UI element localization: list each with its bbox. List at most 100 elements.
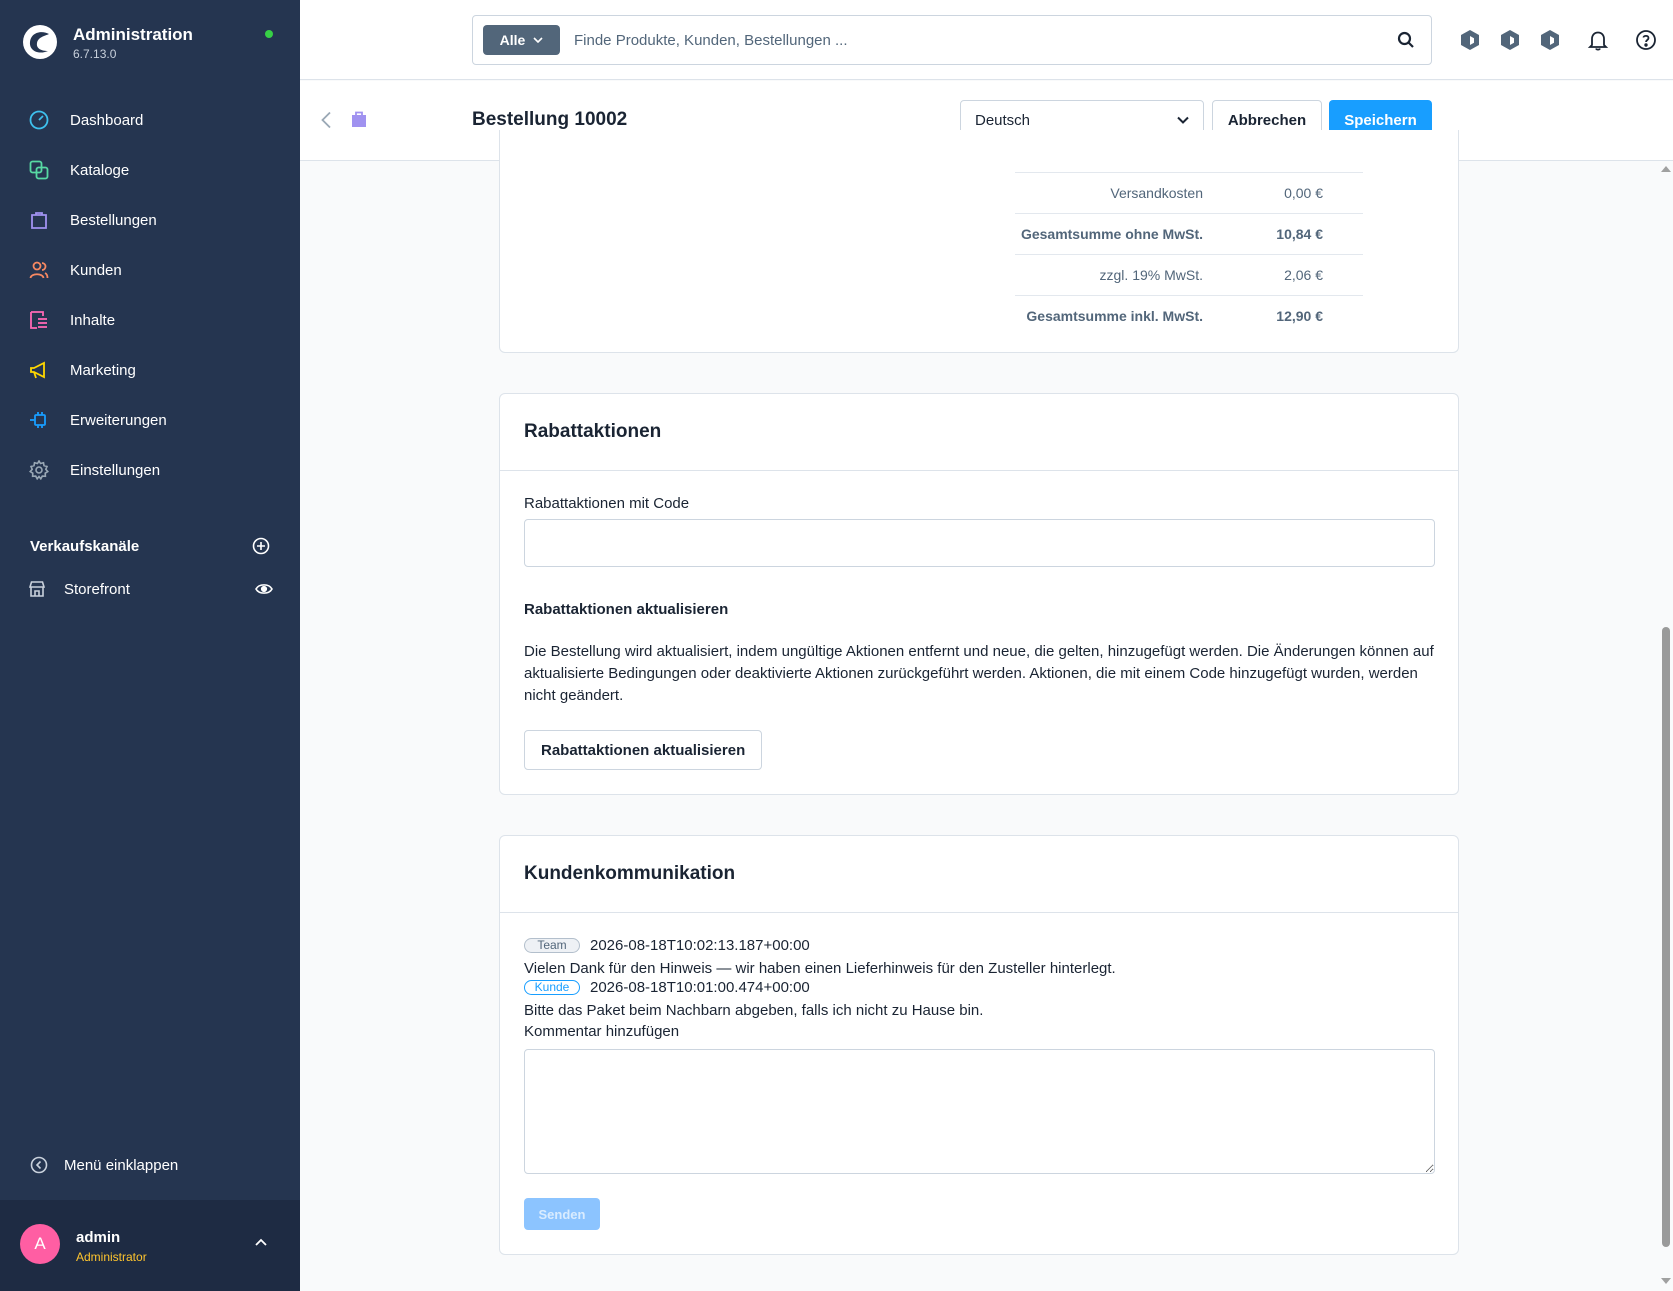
- search-type-dropdown[interactable]: Alle: [483, 25, 560, 55]
- summary-value: 12,90 €: [1276, 308, 1323, 324]
- sidebar-item-label: Dashboard: [70, 111, 144, 129]
- order-summary-card: Versandkosten 0,00 € Gesamtsumme ohne Mw…: [499, 130, 1459, 353]
- scrollbar-thumb[interactable]: [1662, 627, 1670, 1247]
- update-promotions-button[interactable]: Rabattaktionen aktualisieren: [524, 730, 763, 770]
- summary-value: 2,06 €: [1284, 267, 1323, 283]
- chevron-up-icon[interactable]: [255, 1238, 267, 1246]
- update-promotions-heading: Rabattaktionen aktualisieren: [524, 601, 729, 618]
- page-title: Bestellung 10002: [472, 109, 628, 130]
- language-select-value: Deutsch: [975, 111, 1031, 129]
- summary-label: zzgl. 19% MwSt.: [1099, 267, 1203, 283]
- sidebar-item-label: Inhalte: [70, 311, 116, 329]
- avatar: A: [20, 1224, 60, 1264]
- content-icon: [28, 309, 50, 331]
- app-icon-button[interactable]: [1455, 25, 1485, 55]
- customers-icon: [28, 259, 50, 281]
- author-badge-team: Team: [524, 938, 580, 953]
- user-role: Administrator: [76, 1250, 147, 1264]
- hexagon-app-icon: [1541, 30, 1559, 50]
- hexagon-app-icon: [1461, 30, 1479, 50]
- comment-textarea[interactable]: [524, 1049, 1435, 1174]
- summary-row-tax: zzgl. 19% MwSt. 2,06 €: [1015, 254, 1363, 295]
- top-action-icons: [1455, 25, 1671, 55]
- chevron-down-icon: [533, 37, 543, 43]
- message-timestamp: 2026-08-18T10:02:13.187+00:00: [590, 937, 810, 954]
- summary-row-shipping: Versandkosten 0,00 €: [1015, 172, 1363, 213]
- user-menu[interactable]: A admin Administrator: [0, 1200, 300, 1291]
- sidebar-item-label: Erweiterungen: [70, 411, 167, 429]
- scroll-down-arrow-icon[interactable]: [1661, 1278, 1671, 1284]
- storefront-icon: [28, 581, 46, 597]
- sales-channel-storefront[interactable]: Storefront: [28, 580, 273, 598]
- settings-gear-icon: [28, 459, 50, 481]
- update-promotions-description: Die Bestellung wird aktualisiert, indem …: [524, 643, 1434, 704]
- summary-value: 0,00 €: [1284, 185, 1323, 201]
- summary-row-net-total: Gesamtsumme ohne MwSt. 10,84 €: [1015, 213, 1363, 254]
- sidebar: Administration 6.7.13.0 Dashboard Katalo…: [0, 0, 300, 1291]
- hexagon-app-icon: [1501, 30, 1519, 50]
- message-text: Vielen Dank für den Hinweis — wir haben …: [524, 960, 1116, 977]
- promotion-code-input[interactable]: [524, 519, 1435, 567]
- eye-icon[interactable]: [255, 583, 273, 595]
- sales-channels-title: Verkaufskanäle: [30, 537, 140, 555]
- top-bar: Alle: [300, 0, 1673, 80]
- message-timestamp: 2026-08-18T10:01:00.474+00:00: [590, 979, 810, 996]
- summary-value: 10,84 €: [1276, 226, 1323, 242]
- sidebar-item-settings[interactable]: Einstellungen: [0, 445, 300, 495]
- status-indicator: [265, 30, 273, 38]
- sidebar-item-extensions[interactable]: Erweiterungen: [0, 395, 300, 445]
- search-type-label: Alle: [499, 32, 526, 48]
- promotions-card: Rabattaktionen Rabattaktionen mit Code R…: [499, 393, 1459, 795]
- sidebar-item-catalogs[interactable]: Kataloge: [0, 145, 300, 195]
- promotions-card-title: Rabattaktionen: [500, 394, 1458, 471]
- summary-label: Gesamtsumme inkl. MwSt.: [1026, 308, 1203, 324]
- message-meta: Team 2026-08-18T10:02:13.187+00:00: [524, 937, 810, 954]
- bell-icon: [1587, 31, 1609, 51]
- message-meta: Kunde 2026-08-18T10:01:00.474+00:00: [524, 979, 810, 996]
- app-version: 6.7.13.0: [73, 47, 117, 61]
- orders-bag-icon: [352, 111, 366, 127]
- app-icon-button[interactable]: [1495, 25, 1525, 55]
- app-title: Administration: [73, 25, 193, 44]
- main-nav: Dashboard Kataloge Bestellungen Kunden I…: [0, 95, 300, 495]
- chevron-down-icon: [1177, 116, 1189, 124]
- sidebar-item-marketing[interactable]: Marketing: [0, 345, 300, 395]
- collapse-menu-button[interactable]: Menü einklappen: [30, 1156, 178, 1174]
- dashboard-icon: [28, 109, 50, 131]
- collapse-chevron-left-icon: [30, 1156, 48, 1174]
- notifications-button[interactable]: [1583, 25, 1613, 55]
- promotion-code-label: Rabattaktionen mit Code: [524, 495, 690, 512]
- sidebar-item-label: Kataloge: [70, 161, 130, 179]
- order-totals-table: Versandkosten 0,00 € Gesamtsumme ohne Mw…: [1015, 172, 1363, 336]
- sidebar-item-label: Einstellungen: [70, 461, 161, 479]
- sidebar-item-dashboard[interactable]: Dashboard: [0, 95, 300, 145]
- author-badge-customer: Kunde: [524, 980, 580, 995]
- sidebar-item-orders[interactable]: Bestellungen: [0, 195, 300, 245]
- customer-communication-card: Kundenkommunikation Team 2026-08-18T10:0…: [499, 835, 1459, 1255]
- search-input[interactable]: [560, 20, 1381, 60]
- orders-bag-icon: [28, 209, 50, 231]
- back-chevron-icon[interactable]: [320, 111, 332, 129]
- message-text: Bitte das Paket beim Nachbarn abgeben, f…: [524, 1002, 984, 1019]
- app-icon-button[interactable]: [1535, 25, 1565, 55]
- brand: Administration 6.7.13.0: [22, 24, 193, 61]
- scroll-up-arrow-icon[interactable]: [1661, 166, 1671, 172]
- search-button[interactable]: [1381, 16, 1431, 64]
- marketing-megaphone-icon: [28, 359, 50, 381]
- help-button[interactable]: [1631, 25, 1661, 55]
- summary-row-gross-total: Gesamtsumme inkl. MwSt. 12,90 €: [1015, 295, 1363, 336]
- sidebar-item-content[interactable]: Inhalte: [0, 295, 300, 345]
- comment-label: Kommentar hinzufügen: [524, 1023, 680, 1040]
- sidebar-item-label: Kunden: [70, 261, 122, 279]
- sidebar-item-label: Marketing: [70, 361, 136, 379]
- sidebar-item-customers[interactable]: Kunden: [0, 245, 300, 295]
- sales-channels-header: Verkaufskanäle: [30, 537, 270, 555]
- sidebar-item-label: Bestellungen: [70, 211, 157, 229]
- send-comment-button[interactable]: Senden: [524, 1198, 600, 1230]
- extensions-plug-icon: [28, 409, 50, 431]
- global-search: Alle: [472, 15, 1432, 65]
- help-question-icon: [1636, 30, 1656, 50]
- add-channel-plus-icon[interactable]: [252, 537, 270, 555]
- page-scrollbar[interactable]: [1658, 161, 1673, 1291]
- shopware-logo-icon: [23, 25, 57, 59]
